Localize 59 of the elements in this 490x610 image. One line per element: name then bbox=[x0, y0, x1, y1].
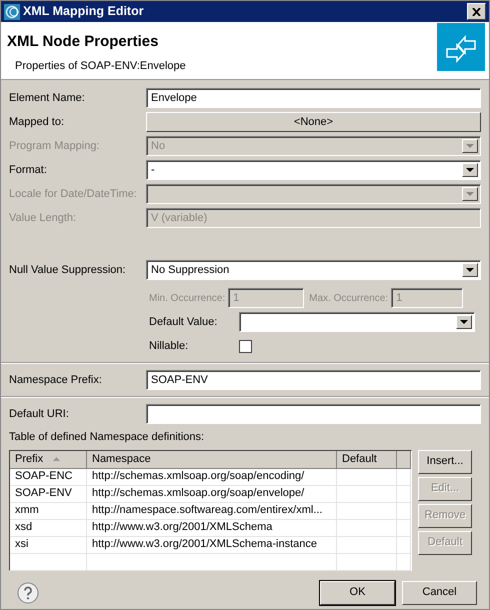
table-caption: Table of defined Namespace definitions: bbox=[9, 430, 206, 445]
table-cell bbox=[397, 468, 411, 486]
table-cell bbox=[337, 554, 397, 570]
field-label: Nillable: bbox=[149, 338, 190, 354]
column-header[interactable]: Prefix bbox=[10, 450, 87, 468]
header-subtitle: Properties of SOAP-ENV:Envelope bbox=[15, 58, 186, 74]
table-cell: http://schemas.xmlsoap.org/soap/encoding/ bbox=[87, 468, 337, 486]
field-label: Min. Occurrence: bbox=[149, 292, 226, 306]
sort-arrow-icon bbox=[53, 457, 60, 461]
close-icon bbox=[472, 8, 481, 16]
table-cell bbox=[397, 486, 411, 502]
close-button[interactable] bbox=[467, 3, 486, 20]
field-label: Max. Occurrence: bbox=[309, 292, 388, 306]
table-cell: http://namespace.softwareag.com/entirex/xml... bbox=[87, 502, 337, 520]
table-cell bbox=[397, 536, 411, 554]
table-cell: xmm bbox=[10, 502, 87, 520]
dialog-button[interactable]: Cancel bbox=[402, 580, 477, 604]
table-cell: SOAP-ENV bbox=[10, 486, 87, 502]
table-cell: http://schemas.xmlsoap.org/soap/envelope/ bbox=[87, 486, 337, 502]
mapped-to-button[interactable]: <None> bbox=[146, 112, 481, 132]
app-icon bbox=[4, 4, 20, 20]
field-label: Element Name: bbox=[9, 90, 86, 106]
column-header bbox=[397, 450, 411, 468]
dialog-button[interactable]: OK bbox=[320, 580, 395, 604]
table-cell: SOAP-ENC bbox=[10, 468, 87, 486]
dropdown-field[interactable]: - bbox=[146, 160, 481, 180]
field-label: Mapped to: bbox=[9, 114, 66, 130]
window-title: XML Mapping Editor bbox=[23, 3, 145, 20]
checkbox[interactable] bbox=[239, 340, 252, 352]
text-field[interactable]: SOAP-ENV bbox=[146, 370, 481, 390]
dropdown-field[interactable]: No Suppression bbox=[146, 260, 481, 280]
header-title: XML Node Properties bbox=[7, 32, 160, 52]
field-label: Default URI: bbox=[9, 406, 70, 422]
field-label: Program Mapping: bbox=[9, 138, 100, 154]
table-cell bbox=[337, 486, 397, 502]
field-label: Value Length: bbox=[9, 210, 78, 226]
table-cell bbox=[397, 502, 411, 520]
table-cell: xsi bbox=[10, 536, 87, 554]
table-cell: http://www.w3.org/2001/XMLSchema bbox=[87, 520, 337, 536]
table-cell: http://www.w3.org/2001/XMLSchema-instance bbox=[87, 536, 337, 554]
text-field[interactable]: Envelope bbox=[146, 88, 481, 108]
column-header[interactable]: Namespace bbox=[87, 450, 337, 468]
table-cell bbox=[337, 520, 397, 536]
text-field[interactable] bbox=[146, 404, 481, 424]
table-cell bbox=[337, 468, 397, 486]
table-cell bbox=[397, 520, 411, 536]
table-cell bbox=[337, 536, 397, 554]
table-cell bbox=[337, 502, 397, 520]
help-icon[interactable] bbox=[17, 582, 39, 604]
dropdown-field[interactable] bbox=[239, 312, 475, 332]
table-cell bbox=[397, 554, 411, 570]
table-cell: xsd bbox=[10, 520, 87, 536]
field-label: Null Value Suppression: bbox=[9, 262, 127, 278]
field-label: Locale for Date/DateTime: bbox=[9, 186, 138, 202]
field-label: Format: bbox=[9, 162, 48, 178]
field-label: Default Value: bbox=[149, 314, 218, 330]
field-label: Namespace Prefix: bbox=[9, 372, 103, 388]
column-header[interactable]: Default bbox=[337, 450, 397, 468]
table-action-button[interactable]: Insert... bbox=[418, 450, 472, 474]
